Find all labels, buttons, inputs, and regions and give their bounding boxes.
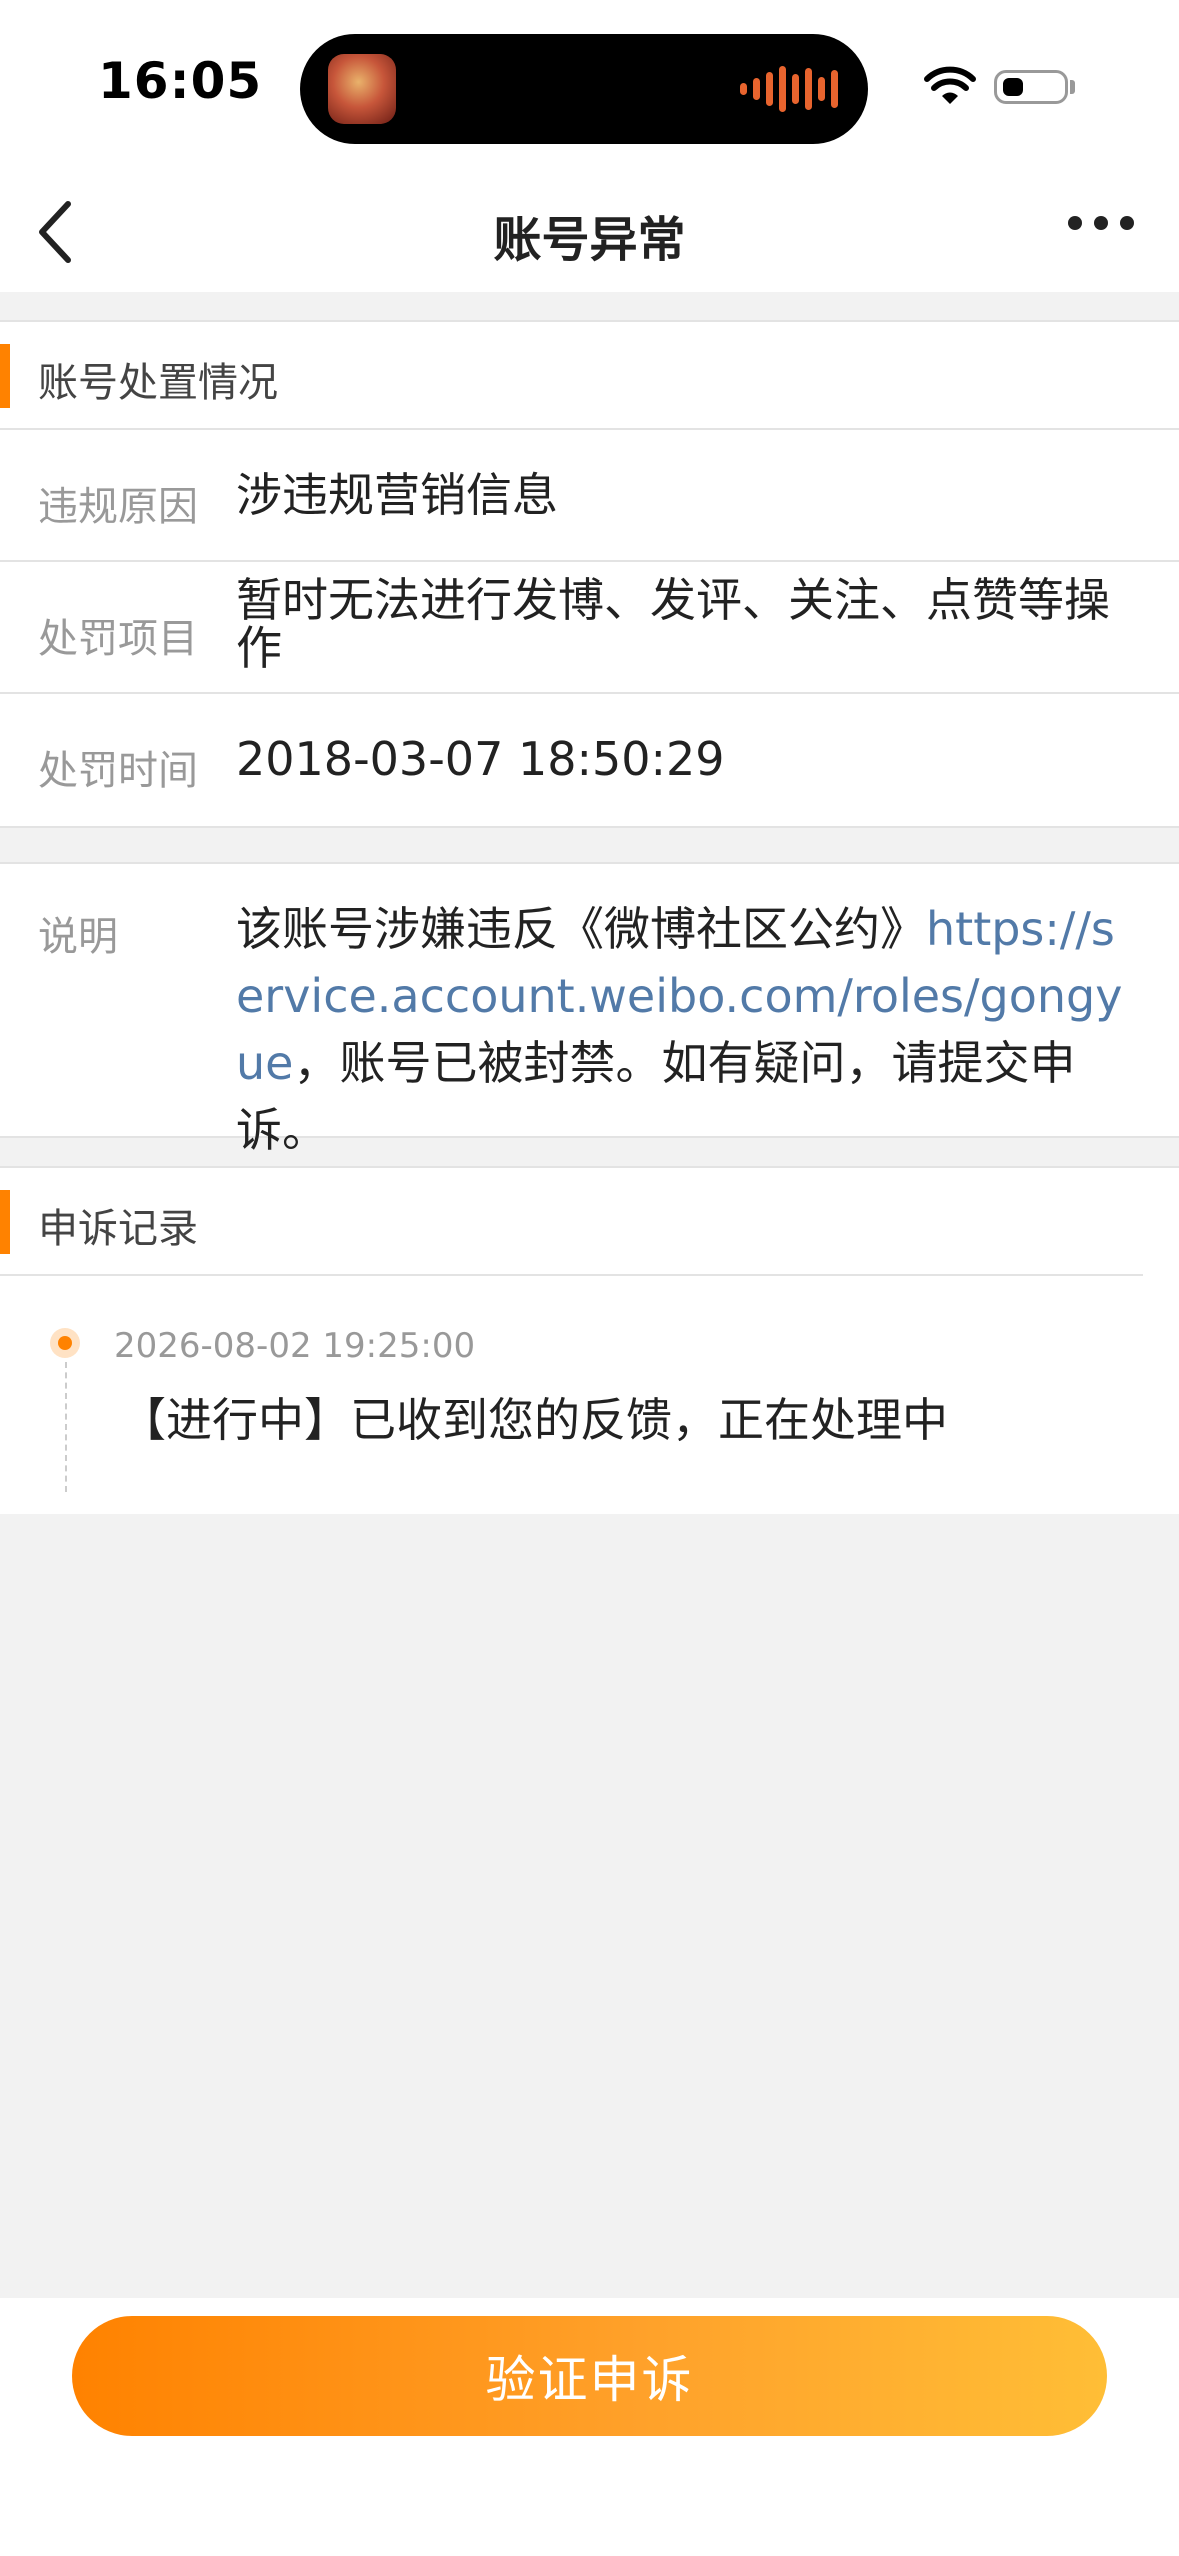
appeal-records-header: 申诉记录 <box>0 1168 1143 1276</box>
appeal-record-status: 【进行中】已收到您的反馈，正在处理中 <box>120 1393 948 1447</box>
row-label: 违规原因 <box>38 484 198 530</box>
dynamic-island[interactable] <box>300 34 868 144</box>
section-title: 申诉记录 <box>38 1206 198 1252</box>
audio-waveform-icon <box>740 64 838 114</box>
violation-reason-row: 违规原因 涉违规营销信息 <box>0 430 1179 562</box>
section-title: 账号处置情况 <box>38 360 278 406</box>
section-accent-bar <box>0 1190 10 1254</box>
explanation-section: 说明 该账号涉嫌违反《微博社区公约》https://service.accoun… <box>0 862 1179 1157</box>
row-value: 暂时无法进行发博、发评、关注、点赞等操作 <box>236 573 1110 675</box>
navigation-bar: 账号异常 <box>0 170 1179 292</box>
penalty-items-row: 处罚项目 暂时无法进行发博、发评、关注、点赞等操作 <box>0 562 1179 694</box>
account-status-section: 账号处置情况 违规原因 涉违规营销信息 处罚项目 暂时无法进行发博、发评、关注、… <box>0 320 1179 828</box>
row-value: 涉违规营销信息 <box>236 468 558 522</box>
account-status-header: 账号处置情况 <box>0 322 1179 430</box>
explanation-text: 该账号涉嫌违反《微博社区公约》https://service.account.w… <box>236 896 1143 1164</box>
timeline-line <box>65 1362 67 1492</box>
status-time: 16:05 <box>98 52 263 110</box>
wifi-icon <box>924 66 976 104</box>
row-label: 处罚项目 <box>38 616 198 662</box>
battery-icon <box>994 70 1068 104</box>
timeline-dot-center <box>58 1336 72 1350</box>
page-title: 账号异常 <box>493 212 686 268</box>
row-label: 处罚时间 <box>38 748 198 794</box>
more-options-icon[interactable] <box>1068 216 1134 230</box>
explanation-text-before: 该账号涉嫌违反《微博社区公约》 <box>236 902 926 956</box>
status-bar: 16:05 <box>0 0 1179 170</box>
row-value: 2018-03-07 18:50:29 <box>236 732 725 786</box>
appeal-record-time: 2026-08-02 19:25:00 <box>114 1326 476 1366</box>
penalty-time-row: 处罚时间 2018-03-07 18:50:29 <box>0 694 1179 826</box>
verify-appeal-button[interactable]: 验证申诉 <box>72 2316 1107 2436</box>
explanation-text-after: ，账号已被封禁。如有疑问，请提交申诉。 <box>236 1036 1076 1157</box>
section-accent-bar <box>0 344 10 408</box>
explanation-label: 说明 <box>38 914 118 960</box>
now-playing-artwork <box>328 54 396 124</box>
battery-tip <box>1070 80 1075 94</box>
